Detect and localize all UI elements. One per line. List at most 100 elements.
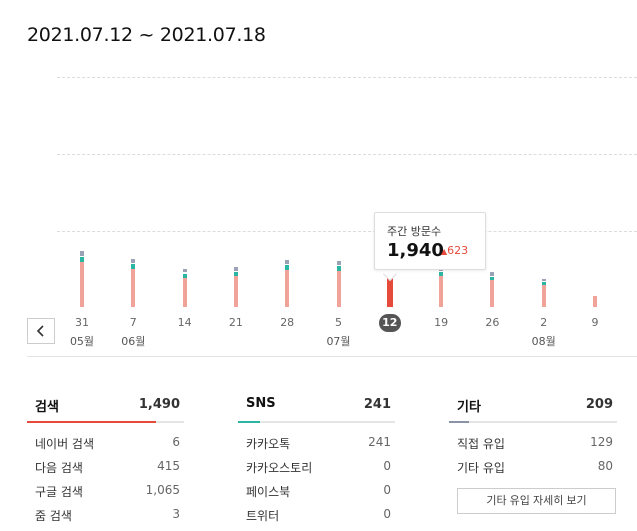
- stat-row: 다음 검색 415: [27, 455, 184, 479]
- chart-month-label: 08월: [531, 335, 556, 348]
- chart-bar-segment: [490, 280, 495, 307]
- stat-row: 트위터 0: [238, 503, 395, 527]
- chart-bar-21[interactable]: [233, 266, 238, 307]
- chart-bar-segment: [541, 279, 546, 282]
- stat-underline-fill: [27, 421, 156, 423]
- chart-bar-19[interactable]: [439, 267, 444, 307]
- previous-weeks-button[interactable]: [27, 318, 55, 344]
- chart-bar-segment: [182, 277, 187, 307]
- chart-divider: [27, 356, 637, 357]
- chart-gridline: [57, 154, 637, 155]
- chart-bar-segment: [336, 261, 341, 266]
- stat-row-value: 129: [590, 435, 613, 449]
- stat-column-search: 검색 1,490 네이버 검색 6 다음 검색 415 구글 검색 1,065 줌 검…: [27, 393, 184, 527]
- stat-underline-fill: [238, 421, 260, 423]
- chart-bar-segment: [80, 262, 84, 307]
- chart-month-label: 06월: [121, 335, 146, 348]
- chart-month-label: 05월: [69, 335, 95, 348]
- chart-bar-segment: [541, 285, 546, 307]
- chart-month-label: 07월: [326, 335, 351, 348]
- tooltip-title: 주간 방문수: [387, 225, 442, 238]
- stat-column-sns: SNS 241 카카오톡 241 카카오스토리 0 페이스북 0 트위터 0: [238, 393, 395, 527]
- chart-tick-label[interactable]: 31: [62, 316, 102, 329]
- chart-bar-segment: [131, 258, 136, 263]
- chart-tick-label[interactable]: 28: [267, 316, 307, 329]
- stat-row-value: 3: [172, 507, 180, 521]
- stat-row: 페이스북 0: [238, 479, 395, 503]
- tooltip-delta-value: 623: [447, 244, 469, 257]
- stat-underline: [449, 421, 617, 423]
- stat-row-label: 줌 검색: [35, 509, 72, 523]
- stat-row: 네이버 검색 6: [27, 431, 184, 455]
- date-range-title: 2021.07.12 ~ 2021.07.18: [27, 24, 266, 46]
- chart-bar-segment: [285, 260, 290, 265]
- chart-tick-label[interactable]: 5: [319, 316, 359, 329]
- chart-bar-segment: [233, 271, 238, 277]
- chart-bar-28[interactable]: [285, 259, 290, 307]
- tooltip-value: 1,940: [387, 240, 444, 261]
- chart-tick-label[interactable]: 9: [575, 316, 615, 329]
- chart-tick-label[interactable]: 19: [421, 316, 461, 329]
- stat-row-label: 네이버 검색: [35, 437, 95, 451]
- chart-bar-segment: [336, 266, 341, 272]
- stat-label: 검색: [35, 400, 59, 415]
- chart-bar-segment: [182, 273, 187, 278]
- stat-total: 241: [363, 397, 391, 412]
- chart-bar-segment: [233, 267, 238, 271]
- stat-row-label: 다음 검색: [35, 461, 83, 475]
- stat-row: 카카오톡 241: [238, 431, 395, 455]
- chart-bar-5[interactable]: [336, 260, 341, 307]
- chart-bar-segment: [131, 263, 136, 269]
- chart-tick-label[interactable]: 7: [113, 316, 153, 329]
- chart-tick-label[interactable]: 2: [524, 316, 564, 329]
- chart-bar-7[interactable]: [131, 258, 136, 307]
- stat-total: 1,490: [138, 397, 180, 412]
- stat-row-value: 1,065: [145, 483, 180, 497]
- stat-row: 줌 검색 3: [27, 503, 184, 527]
- chart-bar-9[interactable]: [593, 295, 597, 307]
- chart-bar-segment: [541, 282, 546, 286]
- stat-row-value: 0: [383, 507, 391, 521]
- stat-total: 209: [585, 397, 613, 412]
- stat-row-label: 구글 검색: [35, 485, 83, 499]
- stat-row-label: 직접 유입: [457, 437, 505, 451]
- chevron-left-icon: [36, 325, 44, 337]
- stat-row-label: 기타 유입: [457, 461, 505, 475]
- stat-row-label: 트위터: [246, 509, 280, 523]
- chart-bar-segment: [233, 276, 238, 307]
- chart-bar-segment: [285, 265, 290, 270]
- chart-tick-label[interactable]: 26: [472, 316, 512, 329]
- chart-bar-segment: [439, 276, 444, 307]
- stat-row: 카카오스토리 0: [238, 455, 395, 479]
- stat-label: 기타: [457, 400, 481, 415]
- chart-bar-26[interactable]: [490, 271, 495, 307]
- chart-tick-label-selected[interactable]: 12: [378, 314, 401, 332]
- stat-underline: [238, 421, 395, 423]
- chart-bar-segment: [593, 295, 597, 307]
- chart-bar-segment: [490, 272, 495, 276]
- stat-row-label: 카카오톡: [246, 437, 291, 451]
- stat-row-value: 80: [597, 459, 613, 473]
- chart-bar-segment: [182, 268, 187, 273]
- etc-inflow-detail-button[interactable]: 기타 유입 자세히 보기: [457, 488, 616, 514]
- chart-gridline: [57, 77, 637, 78]
- stat-row-value: 415: [157, 459, 180, 473]
- stat-row-value: 0: [383, 483, 391, 497]
- stat-row: 구글 검색 1,065: [27, 479, 184, 503]
- stat-row-label: 카카오스토리: [246, 461, 313, 475]
- stat-row: 직접 유입 129: [449, 431, 617, 455]
- stat-underline-fill: [449, 421, 470, 423]
- stat-row-value: 0: [383, 459, 391, 473]
- chart-bar-segment: [80, 256, 84, 263]
- chart-bar-14[interactable]: [182, 268, 187, 307]
- chart-bar-31[interactable]: [80, 250, 84, 307]
- chart-tick-label[interactable]: 14: [165, 316, 205, 329]
- chart-bar-2[interactable]: [541, 278, 546, 307]
- chart-bar-segment: [131, 268, 136, 307]
- weekly-visits-tooltip: 주간 방문수 1,940 ▲623: [374, 212, 486, 270]
- stat-row: 기타 유입 80: [449, 455, 617, 479]
- stat-row-value: 241: [368, 435, 391, 449]
- chart-gridline: [57, 231, 637, 232]
- stat-label: SNS: [246, 396, 276, 411]
- chart-tick-label[interactable]: 21: [216, 316, 256, 329]
